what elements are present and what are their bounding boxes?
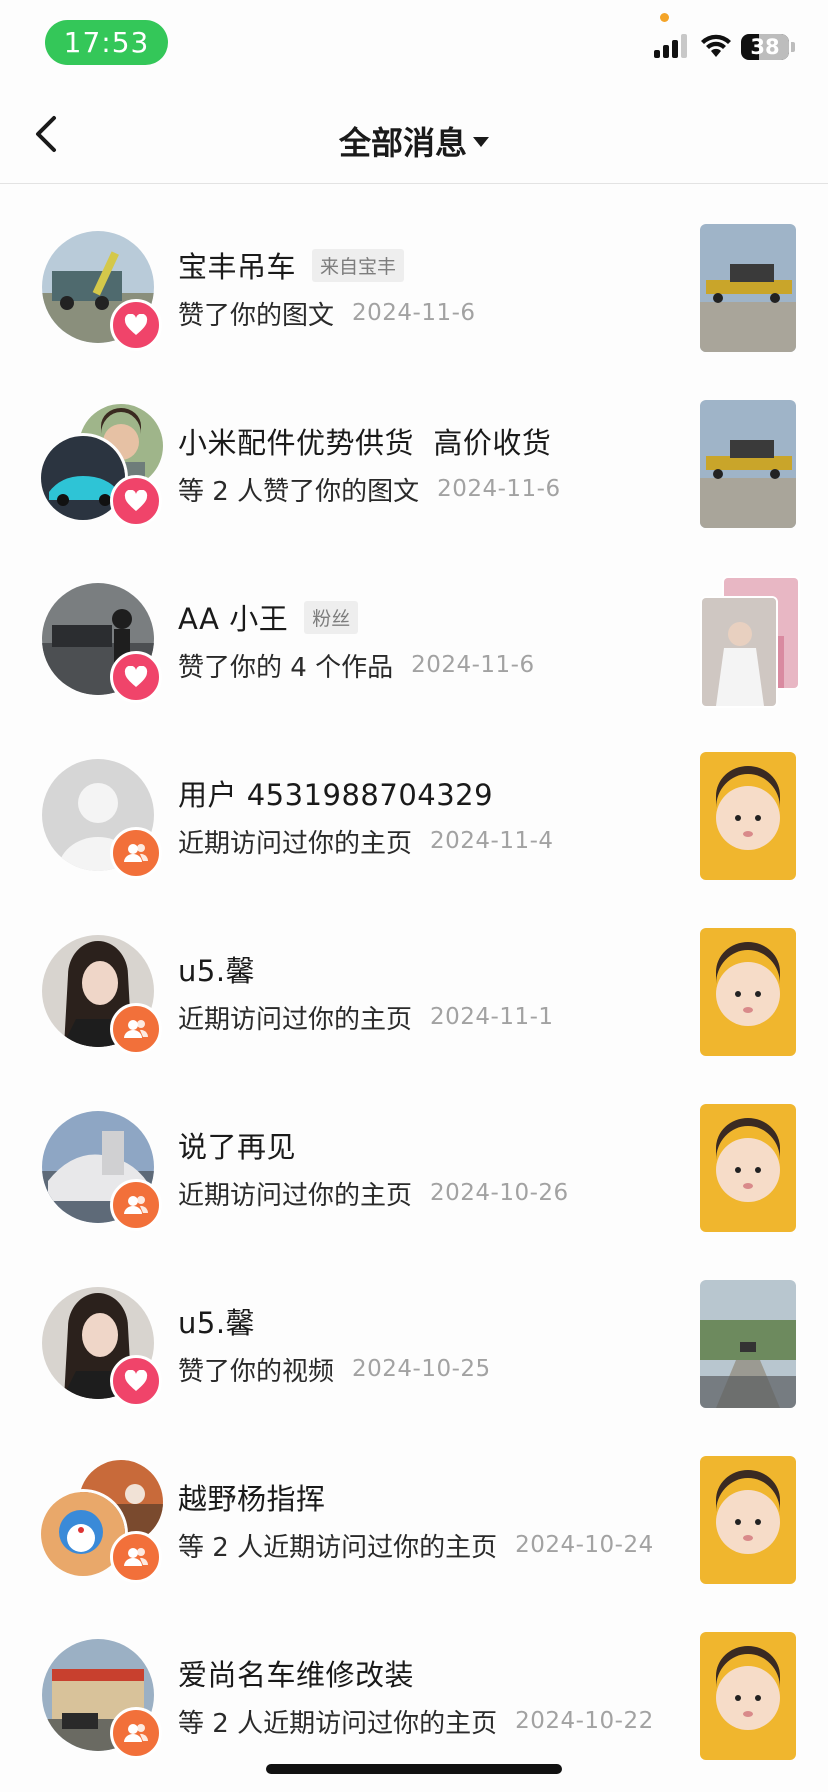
user-name[interactable]: 说了再见 [178, 1124, 296, 1166]
avatar[interactable] [42, 759, 162, 879]
notification-date: 2024-11-4 [430, 828, 554, 854]
avatar[interactable] [42, 935, 162, 1055]
notification-date: 2024-10-24 [515, 1532, 654, 1558]
wifi-icon [701, 34, 731, 57]
thumbnail-image-tow-truck [700, 400, 796, 528]
thumbnail-image-child [700, 1456, 796, 1584]
notification-list: 宝丰吊车 来自宝丰 赞了你的图文 2024-11-6 小米配件优势供货 高价收货… [0, 183, 828, 1767]
post-thumbnail[interactable] [700, 1632, 796, 1760]
notification-row[interactable]: u5.馨 近期访问过你的主页 2024-11-1 [0, 887, 828, 1063]
thumbnail-image-child [700, 928, 796, 1056]
notification-row[interactable]: 越野杨指挥 等 2 人近期访问过你的主页 2024-10-24 [0, 1415, 828, 1591]
notification-date: 2024-11-1 [430, 1004, 554, 1030]
heart-icon [124, 490, 148, 511]
like-badge [110, 475, 162, 527]
user-name[interactable]: 越野杨指挥 [178, 1476, 326, 1518]
heart-icon [124, 666, 148, 687]
avatar-group[interactable] [38, 401, 166, 527]
user-name[interactable]: 宝丰吊车 [178, 244, 296, 286]
notification-action: 赞了你的视频 [178, 1356, 335, 1387]
visitor-badge [110, 827, 162, 879]
notification-row[interactable]: 用户 4531988704329 近期访问过你的主页 2024-11-4 [0, 711, 828, 887]
post-thumbnail[interactable] [700, 224, 796, 352]
avatar[interactable] [42, 1111, 162, 1231]
like-badge [110, 651, 162, 703]
notification-action: 近期访问过你的主页 [178, 1004, 413, 1035]
notification-action: 等 2 人赞了你的图文 [178, 476, 420, 507]
visitors-icon [124, 1196, 149, 1214]
visitors-icon [124, 844, 149, 862]
notification-date: 2024-11-6 [352, 300, 476, 326]
avatar[interactable] [42, 583, 162, 703]
user-name[interactable]: 小米配件优势供货 高价收货 [178, 420, 551, 462]
user-name[interactable]: 用户 4531988704329 [178, 772, 493, 814]
thumbnail-image-front [702, 598, 776, 706]
status-bar: 17:53 38 [0, 0, 828, 88]
visitor-badge [110, 1707, 162, 1759]
visitor-badge [110, 1179, 162, 1231]
status-time: 17:53 [45, 20, 168, 65]
post-thumbnail-stack[interactable] [700, 576, 800, 708]
notification-row[interactable]: u5.馨 赞了你的视频 2024-10-25 [0, 1239, 828, 1415]
like-badge [110, 1355, 162, 1407]
thumbnail-image-child [700, 1104, 796, 1232]
battery-icon: 38 [741, 34, 789, 60]
notification-action: 等 2 人近期访问过你的主页 [178, 1708, 498, 1739]
notification-action: 赞了你的 4 个作品 [178, 652, 394, 683]
thumbnail-image-child [700, 752, 796, 880]
visitors-icon [124, 1020, 149, 1038]
visitors-icon [124, 1548, 149, 1566]
visitors-icon [124, 1724, 149, 1742]
post-thumbnail[interactable] [700, 1104, 796, 1232]
post-thumbnail[interactable] [700, 928, 796, 1056]
notification-date: 2024-10-25 [352, 1356, 491, 1382]
notification-action: 赞了你的图文 [178, 300, 335, 331]
heart-icon [124, 1370, 148, 1391]
post-thumbnail[interactable] [700, 400, 796, 528]
post-thumbnail[interactable] [700, 1280, 796, 1408]
cellular-signal-icon [654, 34, 688, 58]
user-tag: 粉丝 [304, 600, 359, 634]
message-filter-dropdown[interactable]: 全部消息 [0, 118, 828, 164]
like-badge [110, 299, 162, 351]
user-name[interactable]: 爱尚名车维修改装 [178, 1652, 414, 1694]
user-name[interactable]: u5.馨 [178, 948, 255, 990]
user-name[interactable]: u5.馨 [178, 1300, 255, 1342]
thumbnail-image-road [700, 1280, 796, 1408]
user-name[interactable]: AA 小王 [178, 596, 288, 638]
thumbnail-image-tow-truck [700, 224, 796, 352]
notification-row[interactable]: 爱尚名车维修改装 等 2 人近期访问过你的主页 2024-10-22 [0, 1591, 828, 1767]
notification-action: 近期访问过你的主页 [178, 828, 413, 859]
notification-row[interactable]: 宝丰吊车 来自宝丰 赞了你的图文 2024-11-6 [0, 183, 828, 359]
notification-row[interactable]: 说了再见 近期访问过你的主页 2024-10-26 [0, 1063, 828, 1239]
visitor-badge [110, 1531, 162, 1583]
post-thumbnail[interactable] [700, 752, 796, 880]
privacy-indicator-dot [660, 13, 669, 22]
notification-date: 2024-11-6 [411, 652, 535, 678]
notification-action: 近期访问过你的主页 [178, 1180, 413, 1211]
notification-action: 等 2 人近期访问过你的主页 [178, 1532, 498, 1563]
nav-bar: 全部消息 [0, 88, 828, 184]
home-indicator[interactable] [266, 1764, 562, 1774]
battery-tip [791, 42, 795, 52]
caret-down-icon [473, 137, 489, 147]
post-thumbnail[interactable] [700, 1456, 796, 1584]
notification-row[interactable]: 小米配件优势供货 高价收货 等 2 人赞了你的图文 2024-11-6 [0, 359, 828, 535]
avatar[interactable] [42, 1287, 162, 1407]
heart-icon [124, 314, 148, 335]
page-title: 全部消息 [338, 124, 467, 162]
avatar-group[interactable] [38, 1457, 166, 1583]
notification-date: 2024-11-6 [437, 476, 561, 502]
battery-level: 38 [750, 35, 780, 59]
avatar[interactable] [42, 1639, 162, 1759]
notification-row[interactable]: AA 小王 粉丝 赞了你的 4 个作品 2024-11-6 [0, 535, 828, 711]
thumbnail-image-child [700, 1632, 796, 1760]
user-tag: 来自宝丰 [312, 248, 405, 282]
notification-date: 2024-10-22 [515, 1708, 654, 1734]
avatar[interactable] [42, 231, 162, 351]
visitor-badge [110, 1003, 162, 1055]
notification-date: 2024-10-26 [430, 1180, 569, 1206]
